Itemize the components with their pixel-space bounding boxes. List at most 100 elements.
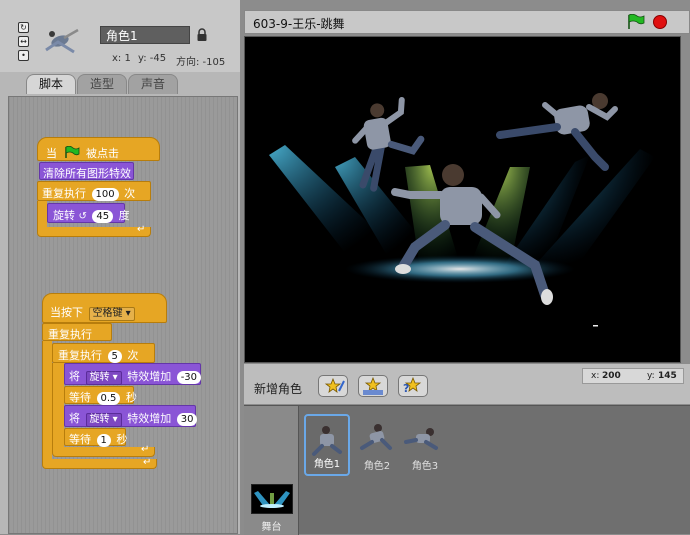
sprite-thumbnail [38, 24, 84, 58]
mouse-x-label: x: [591, 371, 600, 381]
change-effect-block[interactable]: 将 旋转 ▾ 特效增加 30 [64, 405, 198, 427]
mouse-y-value: 145 [658, 371, 677, 381]
effect-dropdown[interactable]: 旋转 ▾ [85, 371, 122, 385]
stop-button[interactable] [653, 15, 667, 29]
green-flag-icon[interactable] [627, 14, 645, 30]
folder-star-icon [363, 376, 383, 395]
wait-value-input[interactable]: 0.5 [96, 392, 121, 405]
key-dropdown-value: 空格键 [92, 308, 123, 319]
sprite-name-label: 角色1 [313, 459, 341, 470]
loop-arrow-icon: ↵ [137, 224, 146, 235]
repeat-suffix: 次 [127, 349, 139, 362]
repeat-c-foot [52, 447, 155, 457]
dont-rotate-icon[interactable]: • [18, 50, 29, 61]
sprite-list-panel: 舞台 角色1 角色2 角色3 [244, 405, 690, 535]
change-value-input[interactable]: -30 [176, 371, 202, 384]
hat-clicked-label: 被点击 [86, 147, 119, 160]
question-star-icon: ? [403, 376, 422, 395]
change-mid: 特效增加 [127, 370, 172, 383]
effect-dropdown-value: 旋转 [89, 414, 110, 425]
change-prefix: 将 [69, 412, 80, 425]
turn-suffix: 度 [118, 209, 130, 222]
stage-bottom-bar: 新增角色 ? x: 200 y: 145 [244, 364, 690, 404]
wait-prefix: 等待 [69, 391, 91, 404]
sprite-info-panel: ↻ ↔ • x: 1 y: -45 方向: -105 [0, 0, 240, 72]
effect-dropdown-value: 旋转 [89, 372, 110, 383]
when-key-pressed-block[interactable]: 当按下 空格键 ▾ [42, 293, 167, 323]
stage-canvas[interactable] [244, 36, 681, 363]
sprite-tile-thumbnail [312, 426, 342, 456]
sprite-tile-2[interactable]: 角色2 [354, 414, 400, 476]
change-value-input[interactable]: 30 [176, 413, 198, 426]
turn-ccw-icon: ↺ [78, 211, 87, 222]
new-sprite-label: 新增角色 [254, 382, 303, 396]
sprite-tile-thumbnail [404, 428, 438, 450]
lock-icon[interactable] [196, 28, 208, 42]
stage-thumbnail-image [254, 491, 290, 508]
mouse-y-label: y: [647, 371, 655, 381]
sprite-direction-readout: 方向: -105 [176, 57, 226, 68]
forever-c-foot [42, 459, 157, 469]
sprite-y-readout: y: -45 [138, 53, 167, 64]
repeat-label: 重复执行 [58, 349, 102, 362]
dancer-sprite-2 [496, 93, 618, 171]
paintbrush-star-icon [324, 377, 345, 393]
repeat-c-arm [52, 363, 64, 451]
forever-c-arm [42, 341, 52, 459]
stage-speck [593, 325, 598, 327]
mouse-x-value: 200 [602, 371, 621, 381]
sprite-x-readout: x: 1 [112, 53, 131, 64]
when-key-label: 当按下 [50, 306, 83, 319]
sprite-name-field[interactable] [100, 26, 190, 44]
wait-prefix: 等待 [69, 433, 91, 446]
random-sprite-button[interactable]: ? [398, 375, 428, 397]
choose-sprite-from-file-button[interactable] [358, 375, 388, 397]
tab-scripts[interactable]: 脚本 [26, 74, 76, 94]
svg-text:?: ? [403, 382, 409, 395]
clear-graphic-effects-block[interactable]: 清除所有图形特效 [39, 162, 134, 180]
sprite-name-label: 角色3 [411, 461, 439, 472]
loop-arrow-icon: ↵ [143, 457, 152, 468]
wait-suffix: 秒 [125, 391, 137, 404]
key-dropdown[interactable]: 空格键 ▾ [88, 307, 135, 321]
stage-thumbnail[interactable] [251, 484, 293, 514]
project-title: 603-9-王乐-跳舞 [253, 17, 345, 31]
rotate-all-around-icon[interactable]: ↻ [18, 22, 29, 33]
wait-block[interactable]: 等待 0.5 秒 [64, 386, 137, 405]
turn-degrees-input[interactable]: 45 [92, 210, 114, 223]
paint-new-sprite-button[interactable] [318, 375, 348, 397]
turn-label: 旋转 [53, 209, 75, 222]
wait-block[interactable]: 等待 1 秒 [64, 428, 128, 447]
repeat-c-foot [37, 227, 151, 237]
change-effect-block[interactable]: 将 旋转 ▾ 特效增加 -30 [64, 363, 202, 385]
left-panel: ↻ ↔ • x: 1 y: -45 方向: -105 脚本 造型 声音 当 [0, 0, 240, 534]
wait-suffix: 秒 [116, 433, 128, 446]
stage-label: 舞台 [261, 522, 282, 533]
repeat-100-block[interactable]: 重复执行 100 次 [37, 181, 151, 201]
sprite-tile-3[interactable]: 角色3 [402, 414, 448, 476]
forever-block[interactable]: 重复执行 [42, 323, 112, 341]
turn-block[interactable]: 旋转 ↺ 45 度 [47, 203, 130, 223]
stage-thumb-panel: 舞台 [244, 406, 299, 535]
repeat-count-input[interactable]: 100 [91, 188, 119, 201]
editor-tabs: 脚本 造型 声音 [0, 72, 240, 94]
stage-header: 603-9-王乐-跳舞 [244, 10, 690, 34]
green-flag-icon [64, 145, 79, 158]
sprite-name-label: 角色2 [363, 461, 391, 472]
mouse-coordinates: x: 200 y: 145 [582, 368, 684, 384]
loop-arrow-icon: ↵ [141, 444, 150, 455]
repeat-count-input[interactable]: 5 [107, 350, 122, 363]
when-flag-clicked-block[interactable]: 当 被点击 [37, 137, 160, 161]
tab-sounds[interactable]: 声音 [128, 74, 178, 94]
change-prefix: 将 [69, 370, 80, 383]
flip-left-right-icon[interactable]: ↔ [18, 36, 29, 47]
sprite-tile-1[interactable]: 角色1 [304, 414, 350, 476]
script-area[interactable]: 当 被点击 清除所有图形特效 重复执行 100 次 旋转 ↺ 45 度 ↵ 当按… [8, 96, 238, 534]
wait-value-input[interactable]: 1 [96, 434, 111, 447]
forever-label: 重复执行 [48, 328, 92, 341]
repeat-suffix: 次 [124, 187, 136, 200]
effect-dropdown[interactable]: 旋转 ▾ [85, 413, 122, 427]
repeat-label: 重复执行 [42, 187, 86, 200]
tab-costumes[interactable]: 造型 [77, 74, 127, 94]
repeat-5-block[interactable]: 重复执行 5 次 [52, 343, 155, 363]
